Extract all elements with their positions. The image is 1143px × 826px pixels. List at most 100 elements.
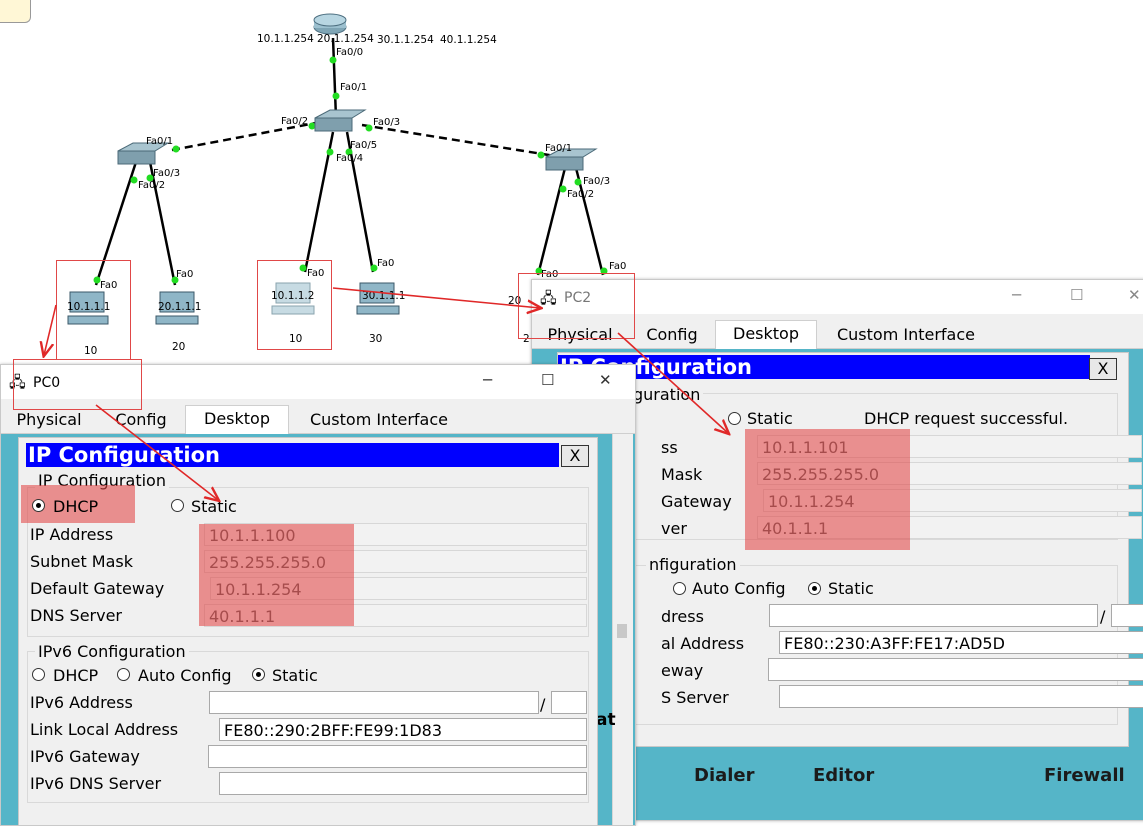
pc0-mask-label: Subnet Mask	[30, 552, 134, 571]
pc2-gw-label: Gateway	[661, 492, 732, 511]
tab-config[interactable]: Config	[101, 407, 181, 432]
pc2-v6-gw-label: eway	[661, 661, 704, 680]
pc0-window: 🖧 PC0 ─ ☐ ✕ Physical Config Desktop Cust…	[0, 364, 636, 826]
maximize-icon[interactable]: ☐	[1070, 286, 1083, 304]
pc0-ipconfig-title: IP Configuration	[26, 443, 559, 467]
pc2-v6-prefix-field[interactable]	[1111, 604, 1143, 627]
pc2-dns-label: ver	[661, 519, 687, 538]
tab-custom-interface[interactable]: Custom Interface	[820, 322, 992, 347]
pc2-close-ipconfig-button[interactable]: X	[1089, 358, 1117, 380]
edge-glyph: at	[596, 710, 616, 730]
pc0-v6-dns-label: IPv6 DNS Server	[30, 774, 162, 793]
pc-vlan-label: 30	[369, 333, 383, 345]
pc0-static-label: Static	[191, 497, 237, 516]
pc0-v6-gw-field[interactable]	[208, 745, 587, 768]
router-icon	[313, 13, 347, 35]
trunk-right	[361, 123, 556, 158]
pc0-ip-label: IP Address	[30, 525, 114, 544]
scroll-thumb[interactable]	[617, 624, 627, 638]
switch-icon-center	[314, 109, 367, 132]
pc0-v6-dns-field[interactable]	[219, 772, 587, 795]
pc0-v6-gw-label: IPv6 Gateway	[30, 747, 140, 766]
pc2-ipconfig-title: IP Configuration	[558, 355, 1090, 379]
pc0-scrollbar[interactable]	[612, 434, 633, 825]
pc0-static-radio[interactable]	[171, 499, 184, 512]
router-ip-1: 10.1.1.254	[257, 33, 314, 45]
dialer-label[interactable]: Dialer	[694, 765, 755, 786]
pc0-v6-auto-label: Auto Config	[138, 666, 232, 685]
port-label: Fa0/2	[281, 116, 309, 127]
router-ip-2: 20.1.1.254	[317, 33, 374, 45]
minimize-icon[interactable]: ─	[1012, 286, 1021, 304]
port-label: Fa0/4	[336, 153, 364, 164]
toolbar-icon[interactable]	[0, 0, 31, 23]
pc2-dhcp-status: DHCP request successful.	[864, 409, 1069, 428]
port-label: Fa0/1	[340, 82, 368, 93]
pc0-v6-prefix-field[interactable]	[551, 691, 587, 714]
tab-config[interactable]: Config	[632, 322, 712, 347]
pc2-v6-auto-radio[interactable]	[673, 582, 686, 595]
pc2-v6-gw-field[interactable]	[768, 658, 1143, 681]
highlight-box-pc0-title	[13, 359, 142, 410]
close-icon[interactable]: ✕	[599, 371, 612, 389]
pc2-static-radio[interactable]	[728, 412, 741, 425]
port-label: Fa0/2	[567, 189, 595, 200]
pc2-v6-static-label: Static	[828, 579, 874, 598]
pc0-highlight-box	[199, 524, 354, 626]
pc0-lla-field[interactable]: FE80::290:2BFF:FE99:1D83	[219, 718, 587, 741]
tab-custom-interface[interactable]: Custom Interface	[291, 407, 467, 432]
pc0-dhcp-radio[interactable]	[32, 499, 45, 512]
tab-physical[interactable]: Physical	[7, 407, 91, 432]
pc2-ip-label: ss	[661, 438, 678, 457]
pc2-highlight-box	[745, 429, 910, 550]
maximize-icon[interactable]: ☐	[541, 371, 554, 389]
pc2-v6-dns-field[interactable]	[779, 685, 1143, 708]
pc0-ipv6-group-title: IPv6 Configuration	[35, 642, 189, 661]
pc0-dhcp-label: DHCP	[53, 497, 99, 516]
pc-vlan-label: 20	[172, 341, 186, 353]
port-label: Fa0/1	[545, 143, 573, 154]
link-pc2	[536, 167, 567, 276]
pc2-v6-addr-field[interactable]	[769, 604, 1098, 627]
highlight-box-pc0	[56, 260, 131, 360]
port-label: Fa0/0	[336, 47, 364, 58]
pc2-lla-label: al Address	[661, 634, 745, 653]
port-label: Fa0	[377, 258, 395, 269]
pc2-v6-slash: /	[1100, 607, 1106, 626]
pc-ip-label: 20.1.1.1	[158, 301, 202, 313]
pc2-v6-auto-label: Auto Config	[692, 579, 786, 598]
trunk-left	[171, 121, 317, 152]
pc2-ip-panel: IP Configuration X guration Static DHCP …	[557, 352, 1143, 747]
port-label: Fa0/3	[373, 117, 401, 128]
editor-label[interactable]: Editor	[813, 765, 874, 786]
pc0-v6-auto-radio[interactable]	[117, 668, 130, 681]
port-label: Fa0	[609, 261, 627, 272]
pc2-ipv6-group-title: nfiguration	[646, 555, 740, 574]
pc0-v6-dhcp-radio[interactable]	[32, 668, 45, 681]
pc0-close-ipconfig-button[interactable]: X	[561, 445, 589, 467]
pc0-v6-addr-field[interactable]	[209, 691, 539, 714]
pc2-v6-static-radio[interactable]	[808, 582, 821, 595]
port-label: Fa0/5	[350, 140, 378, 151]
pc2-lla-field[interactable]: FE80::230:A3FF:FE17:AD5D	[779, 631, 1143, 654]
minimize-icon[interactable]: ─	[483, 371, 492, 389]
highlight-box-pc-10-2	[257, 260, 332, 350]
pc0-gw-label: Default Gateway	[30, 579, 165, 598]
pc0-ip-panel: IP Configuration X IP Configuration DHCP…	[18, 437, 598, 825]
pc0-v6-slash: /	[540, 695, 546, 714]
pc0-v6-dhcp-label: DHCP	[53, 666, 99, 685]
pc2-mask-label: Mask	[661, 465, 703, 484]
firewall-label[interactable]: Firewall	[1044, 765, 1125, 786]
tab-desktop[interactable]: Desktop	[715, 320, 817, 349]
router-ip-4: 40.1.1.254	[440, 34, 497, 46]
pc0-lla-label: Link Local Address	[30, 720, 179, 739]
port-label: Fa0/1	[146, 136, 174, 147]
pc0-v6-static-label: Static	[272, 666, 318, 685]
close-icon[interactable]: ✕	[1128, 286, 1141, 304]
pc-ip-label: 30.1.1.1	[362, 290, 406, 302]
tab-desktop[interactable]: Desktop	[185, 405, 289, 434]
router-ip-3: 30.1.1.254	[377, 34, 434, 46]
port-label: Fa0/3	[153, 168, 181, 179]
pc0-v6-static-radio[interactable]	[252, 668, 265, 681]
pc0-dns-label: DNS Server	[30, 606, 122, 625]
